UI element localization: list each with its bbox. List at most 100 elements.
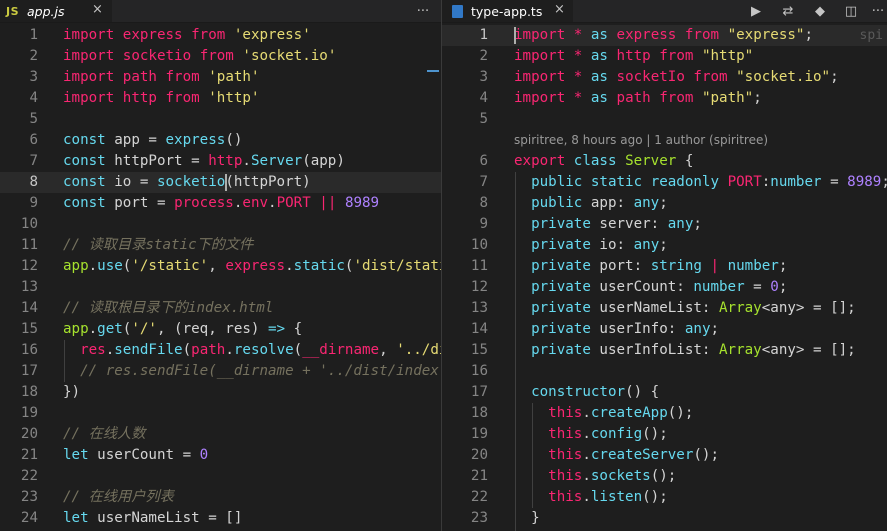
line-number: 22 xyxy=(20,468,38,484)
git-lens-icon[interactable]: ◆ xyxy=(808,0,832,22)
run-icon[interactable]: ▶ xyxy=(744,0,768,22)
code-line[interactable]: 7 public static readonly PORT:number = 8… xyxy=(442,172,887,193)
code-line[interactable]: 3 import path from 'path' xyxy=(0,67,441,88)
close-icon[interactable]: × xyxy=(92,2,103,17)
line-number: 14 xyxy=(20,300,38,316)
code-text: public static readonly PORT:number = 898… xyxy=(514,172,887,193)
code-line[interactable]: 8 const io = socketio(httpPort) xyxy=(0,172,441,193)
code-line[interactable]: 24 let userNameList = [] xyxy=(0,508,441,529)
code-line[interactable]: 22 xyxy=(0,466,441,487)
code-line[interactable]: 2 import socketio from 'socket.io' xyxy=(0,46,441,67)
javascript-file-icon: JS xyxy=(6,4,20,18)
line-number: 6 xyxy=(479,153,488,169)
code-line[interactable]: 5 xyxy=(442,109,887,130)
code-token: path xyxy=(616,90,651,106)
code-token: let xyxy=(63,510,89,526)
open-changes-icon[interactable]: ⇄ xyxy=(776,0,800,22)
code-line[interactable]: 21 this.sockets(); xyxy=(442,466,887,487)
code-token: import xyxy=(514,69,566,85)
code-text: const port = process.env.PORT || 8989 xyxy=(63,193,379,214)
code-token: env xyxy=(242,195,269,211)
code-line[interactable]: 15 private userInfoList: Array<any> = []… xyxy=(442,340,887,361)
code-token: as xyxy=(590,90,608,106)
code-line[interactable]: 23 // 在线用户列表 xyxy=(0,487,441,508)
line-number: 14 xyxy=(470,321,488,337)
code-token: ; xyxy=(804,27,814,43)
more-actions-icon[interactable]: ··· xyxy=(411,0,435,22)
code-text: private userNameList: Array<any> = []; xyxy=(514,298,856,319)
code-line[interactable]: 9 private server: any; xyxy=(442,214,887,235)
code-line[interactable]: 17 constructor() { xyxy=(442,382,887,403)
code-token: from xyxy=(165,90,200,106)
code-line[interactable]: 9 const port = process.env.PORT || 8989 xyxy=(0,193,441,214)
code-line[interactable]: 5 xyxy=(0,109,441,130)
code-line[interactable]: 13 private userNameList: Array<any> = []… xyxy=(442,298,887,319)
tab-app-js[interactable]: JS app.js × xyxy=(0,0,113,22)
code-line[interactable]: 20 // 在线人数 xyxy=(0,424,441,445)
code-token: app: xyxy=(582,195,634,211)
tab-type-app-ts[interactable]: type-app.ts × xyxy=(442,0,573,22)
code-line[interactable]: 14 private userInfo: any; xyxy=(442,319,887,340)
code-line[interactable]: 12 app.use('/static', express.static('dis… xyxy=(0,256,441,277)
code-token: . xyxy=(242,153,251,169)
code-line[interactable]: 2 import * as http from "http" xyxy=(442,46,887,67)
code-line[interactable]: 11 private port: string | number; xyxy=(442,256,887,277)
code-token: ; xyxy=(830,69,839,85)
code-token: this xyxy=(548,468,583,484)
code-line[interactable]: 6 const app = express() xyxy=(0,130,441,151)
code-line[interactable]: 19 xyxy=(0,403,441,424)
typescript-file-icon xyxy=(452,4,463,18)
code-line[interactable]: 13 xyxy=(0,277,441,298)
code-token: number xyxy=(770,174,822,190)
code-line[interactable]: 1 import express from 'express' xyxy=(0,25,441,46)
codelens-blame[interactable]: spiritree, 8 hours ago | 1 author (spiri… xyxy=(514,130,768,151)
code-line[interactable]: 22 this.listen(); xyxy=(442,487,887,508)
code-line[interactable]: 14 // 读取根目录下的index.html xyxy=(0,298,441,319)
code-line[interactable]: 11 // 读取目录static下的文件 xyxy=(0,235,441,256)
code-line[interactable]: 8 public app: any; xyxy=(442,193,887,214)
code-line[interactable]: 10 private io: any; xyxy=(442,235,887,256)
code-line[interactable]: 4 import * as path from "path"; xyxy=(442,88,887,109)
code-line[interactable]: 15 app.get('/', (req, res) => { xyxy=(0,319,441,340)
code-line[interactable]: 20 this.createServer(); xyxy=(442,445,887,466)
code-token: ; xyxy=(753,90,762,106)
code-line[interactable]: 18}) xyxy=(0,382,441,403)
code-line[interactable]: 4 import http from 'http' xyxy=(0,88,441,109)
code-token: const xyxy=(63,132,106,148)
code-token: this xyxy=(548,405,583,421)
code-line[interactable]: 10 xyxy=(0,214,441,235)
code-line[interactable]: 1 import * as express from "express"; spi xyxy=(442,25,887,46)
code-line[interactable]: 16 res.sendFile(path.resolve(__dirname, … xyxy=(0,340,441,361)
code-line[interactable]: 12 private userCount: number = 0; xyxy=(442,277,887,298)
code-line[interactable]: 21 let userCount = 0 xyxy=(0,445,441,466)
code-line[interactable]: 3 import * as socketIo from "socket.io"; xyxy=(442,67,887,88)
code-line[interactable]: 16 xyxy=(442,361,887,382)
close-icon[interactable]: × xyxy=(554,2,565,17)
right-editor-pane[interactable]: type-app.ts × ▶ ⇄ ◆ ◫ ··· 1 import * as e… xyxy=(442,0,887,531)
code-token: = xyxy=(744,279,771,295)
code-text: private userInfoList: Array<any> = []; xyxy=(514,340,856,361)
text-cursor xyxy=(514,27,516,44)
split-editor-icon[interactable]: ◫ xyxy=(839,0,863,22)
code-line[interactable]: 19 this.config(); xyxy=(442,424,887,445)
left-editor-pane[interactable]: JS app.js × ··· 1 import express from 'ex… xyxy=(0,0,441,531)
code-text: import http from 'http' xyxy=(63,88,259,109)
code-line[interactable]: 17 // res.sendFile(__dirname + '../dist/… xyxy=(0,361,441,382)
code-line[interactable]: 6 export class Server { xyxy=(442,151,887,172)
line-number: 3 xyxy=(479,69,488,85)
more-actions-icon[interactable]: ··· xyxy=(866,0,887,22)
code-text: // 在线人数 xyxy=(63,424,145,445)
code-token: . xyxy=(88,258,98,274)
code-line[interactable]: 18 this.createApp(); xyxy=(442,403,887,424)
code-line[interactable]: 7 const httpPort = http.Server(app) xyxy=(0,151,441,172)
code-line[interactable]: 23 } xyxy=(442,508,887,529)
code-token: any xyxy=(667,216,694,232)
code-token: 0 xyxy=(199,447,209,463)
